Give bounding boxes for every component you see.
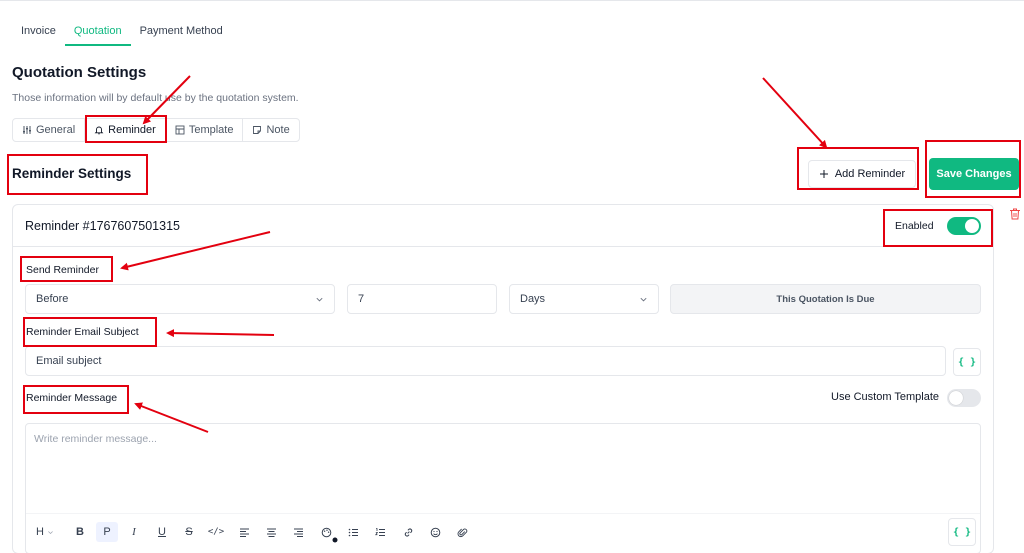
timing-value: Before <box>36 293 69 305</box>
card-divider <box>13 246 993 247</box>
plus-icon <box>819 170 828 178</box>
bold-button[interactable]: B <box>69 522 91 542</box>
toggle-knob <box>949 391 963 405</box>
save-changes-button[interactable]: Save Changes <box>929 158 1019 190</box>
subtab-template[interactable]: Template <box>166 119 244 141</box>
heading-label: H <box>36 526 44 538</box>
arrow-to-add-reminder <box>762 77 828 149</box>
link-icon <box>404 528 412 536</box>
tab-quotation[interactable]: Quotation <box>64 18 131 46</box>
bullet-list-icon <box>348 528 358 536</box>
bullet-list-button[interactable] <box>342 522 364 542</box>
timing-select[interactable]: Before <box>25 284 335 314</box>
subtab-general-label: General <box>36 124 76 136</box>
due-event-field: This Quotation Is Due <box>670 284 981 314</box>
email-subject-value: Email subject <box>36 355 102 367</box>
code-button[interactable]: </> <box>205 522 227 542</box>
chevron-down-icon <box>640 297 647 302</box>
top-border <box>0 0 1024 1</box>
subtab-note[interactable]: Note <box>243 119 298 141</box>
page-title: Quotation Settings <box>12 64 147 81</box>
unit-value: Days <box>520 293 546 305</box>
chevron-down-icon <box>48 530 53 534</box>
paperclip-icon <box>457 528 467 537</box>
align-center-button[interactable] <box>260 522 282 542</box>
bell-icon <box>94 126 104 135</box>
numbered-list-button[interactable] <box>369 522 391 542</box>
link-button[interactable] <box>397 522 419 542</box>
tab-payment-method[interactable]: Payment Method <box>131 18 232 46</box>
text-color-button[interactable] <box>315 522 337 542</box>
add-reminder-label: Add Reminder <box>834 168 906 180</box>
sliders-icon <box>23 126 31 134</box>
attach-button[interactable] <box>451 522 473 542</box>
reminder-message-label: Reminder Message <box>26 392 118 404</box>
custom-template-label: Use Custom Template <box>831 391 940 403</box>
emoji-button[interactable] <box>424 522 446 542</box>
send-reminder-label: Send Reminder <box>26 264 99 276</box>
enabled-toggle[interactable] <box>947 217 981 235</box>
toolbar-divider <box>26 513 980 514</box>
subtab-template-label: Template <box>188 124 234 136</box>
toggle-knob <box>965 219 979 233</box>
note-icon <box>253 126 262 134</box>
top-tabs: Invoice Quotation Payment Method <box>12 18 232 46</box>
numbered-list-icon <box>374 527 385 536</box>
smiley-icon <box>430 527 440 537</box>
due-event-value: This Quotation Is Due <box>776 293 875 305</box>
align-left-button[interactable] <box>233 522 255 542</box>
amount-input[interactable]: 7 <box>347 284 497 314</box>
strikethrough-button[interactable]: S <box>178 522 200 542</box>
amount-value: 7 <box>358 293 365 305</box>
underline-button[interactable]: U <box>151 522 173 542</box>
reminder-title: Reminder #1767607501315 <box>25 219 180 233</box>
page-subtitle: Those information will by default use by… <box>12 92 299 104</box>
align-center-icon <box>266 528 276 537</box>
subtab-reminder-label: Reminder <box>108 124 156 136</box>
template-icon <box>175 125 185 135</box>
subtab-reminder[interactable]: Reminder <box>85 119 166 141</box>
enabled-label: Enabled <box>895 220 934 232</box>
settings-tabs: General Reminder Template Note <box>12 118 300 142</box>
align-left-icon <box>239 528 249 537</box>
palette-icon <box>321 527 331 537</box>
align-right-icon <box>293 528 303 537</box>
tab-invoice[interactable]: Invoice <box>12 18 65 46</box>
message-variables-button[interactable]: { } <box>948 518 976 546</box>
paragraph-button[interactable]: P <box>96 522 118 542</box>
heading-button[interactable]: H <box>30 522 60 542</box>
unit-select[interactable]: Days <box>509 284 659 314</box>
custom-template-toggle[interactable] <box>947 389 981 407</box>
email-subject-input[interactable]: Email subject <box>25 346 946 376</box>
align-right-button[interactable] <box>287 522 309 542</box>
email-subject-label: Reminder Email Subject <box>26 326 139 338</box>
italic-button[interactable]: I <box>123 522 145 542</box>
trash-icon[interactable] <box>1008 207 1022 221</box>
subtab-general[interactable]: General <box>13 119 86 141</box>
subtab-note-label: Note <box>266 124 290 136</box>
add-reminder-button[interactable]: Add Reminder <box>808 160 916 188</box>
section-title: Reminder Settings <box>12 166 132 181</box>
chevron-down-icon <box>316 297 323 302</box>
message-placeholder: Write reminder message... <box>34 433 157 445</box>
subject-variables-button[interactable]: { } <box>953 348 981 376</box>
